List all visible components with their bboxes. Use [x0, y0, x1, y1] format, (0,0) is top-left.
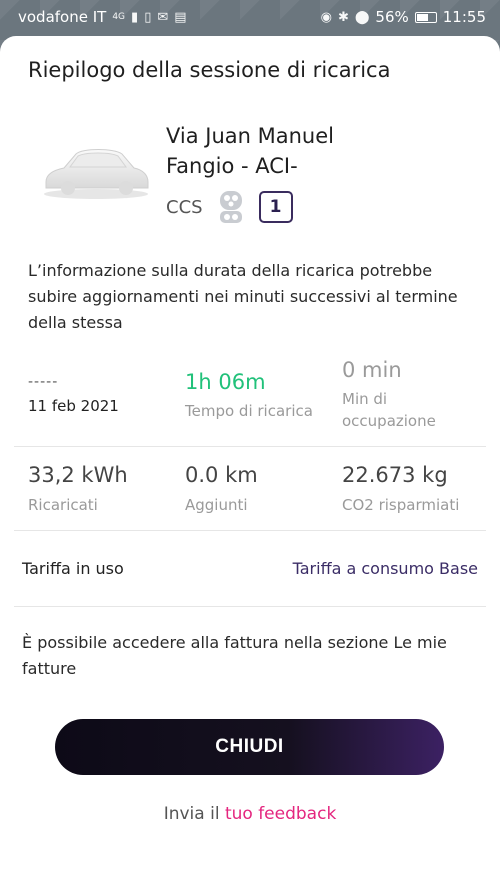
car-icon	[44, 149, 149, 199]
energy-label: Ricaricati	[28, 496, 98, 514]
eye-icon: ◉	[320, 9, 332, 25]
occupancy-cell: 0 min Min di occupazione	[328, 354, 486, 446]
close-button[interactable]: CHIUDI	[55, 719, 444, 775]
energy-cell: 33,2 kWh Ricaricati	[14, 447, 171, 530]
occupancy-label: Min di occupazione	[342, 390, 436, 430]
status-bar: vodafone IT 4G ▮ ▯ ✉ ▤ ◉ ✱ ⬤ 56% 11:55	[0, 0, 500, 34]
connector-row: CCS 1	[166, 190, 293, 224]
tariff-label: Tariffa in uso	[22, 559, 124, 578]
charge-time-label: Tempo di ricarica	[185, 402, 313, 420]
charge-time-value: 1h 06m	[185, 370, 266, 394]
carrier-name: vodafone IT	[18, 8, 107, 26]
network-type: 4G	[112, 12, 126, 22]
occupancy-value: 0 min	[342, 358, 402, 382]
calendar-icon: ▤	[174, 9, 187, 25]
bluetooth-icon: ✱	[337, 9, 349, 25]
station-name: Via Juan Manuel Fangio - ACI-	[166, 124, 334, 178]
charge-time-cell: 1h 06m Tempo di ricarica	[171, 354, 328, 446]
feedback-prefix: Invia il	[163, 804, 225, 824]
feedback-line: Invia il tuo feedback	[0, 804, 500, 824]
start-time-placeholder: -----	[28, 374, 59, 390]
session-summary-sheet: Riepilogo della sessione di ricarica Via…	[0, 36, 500, 889]
mail-icon: ✉	[157, 9, 169, 25]
co2-label: CO2 risparmiati	[342, 496, 460, 514]
distance-cell: 0.0 km Aggiunti	[171, 447, 328, 530]
session-date: 11 feb 2021	[28, 397, 119, 415]
ccs-plug-icon	[219, 191, 242, 223]
stats-grid: ----- 11 feb 2021 1h 06m Tempo di ricari…	[14, 354, 486, 531]
distance-label: Aggiunti	[185, 496, 248, 514]
tariff-value: Tariffa a consumo Base	[292, 559, 478, 578]
distance-value: 0.0 km	[185, 463, 258, 487]
connector-type: CCS	[166, 196, 203, 218]
battery-icon	[414, 11, 437, 23]
duration-info-text: L’informazione sulla durata della ricari…	[28, 261, 458, 332]
connector-count-badge: 1	[258, 191, 293, 223]
signal-icon: ▮	[131, 9, 139, 25]
invoice-info-text: È possibile accedere alla fattura nella …	[22, 633, 447, 678]
battery-percent: 56%	[375, 8, 409, 26]
energy-value: 33,2 kWh	[28, 463, 128, 487]
clock: 11:55	[442, 8, 486, 26]
co2-cell: 22.673 kg CO2 risparmiati	[328, 447, 486, 530]
feedback-link[interactable]: tuo feedback	[225, 804, 336, 824]
start-cell: ----- 11 feb 2021	[14, 354, 171, 446]
page-title: Riepilogo della sessione di ricarica	[28, 58, 391, 82]
location-icon: ⬤	[354, 9, 370, 25]
stats-row: 33,2 kWh Ricaricati 0.0 km Aggiunti 22.6…	[14, 447, 486, 531]
stats-row: ----- 11 feb 2021 1h 06m Tempo di ricari…	[14, 354, 486, 447]
co2-value: 22.673 kg	[342, 463, 448, 487]
sim-icon: ▯	[144, 9, 152, 25]
tariff-row: Tariffa in uso Tariffa a consumo Base	[14, 531, 486, 607]
